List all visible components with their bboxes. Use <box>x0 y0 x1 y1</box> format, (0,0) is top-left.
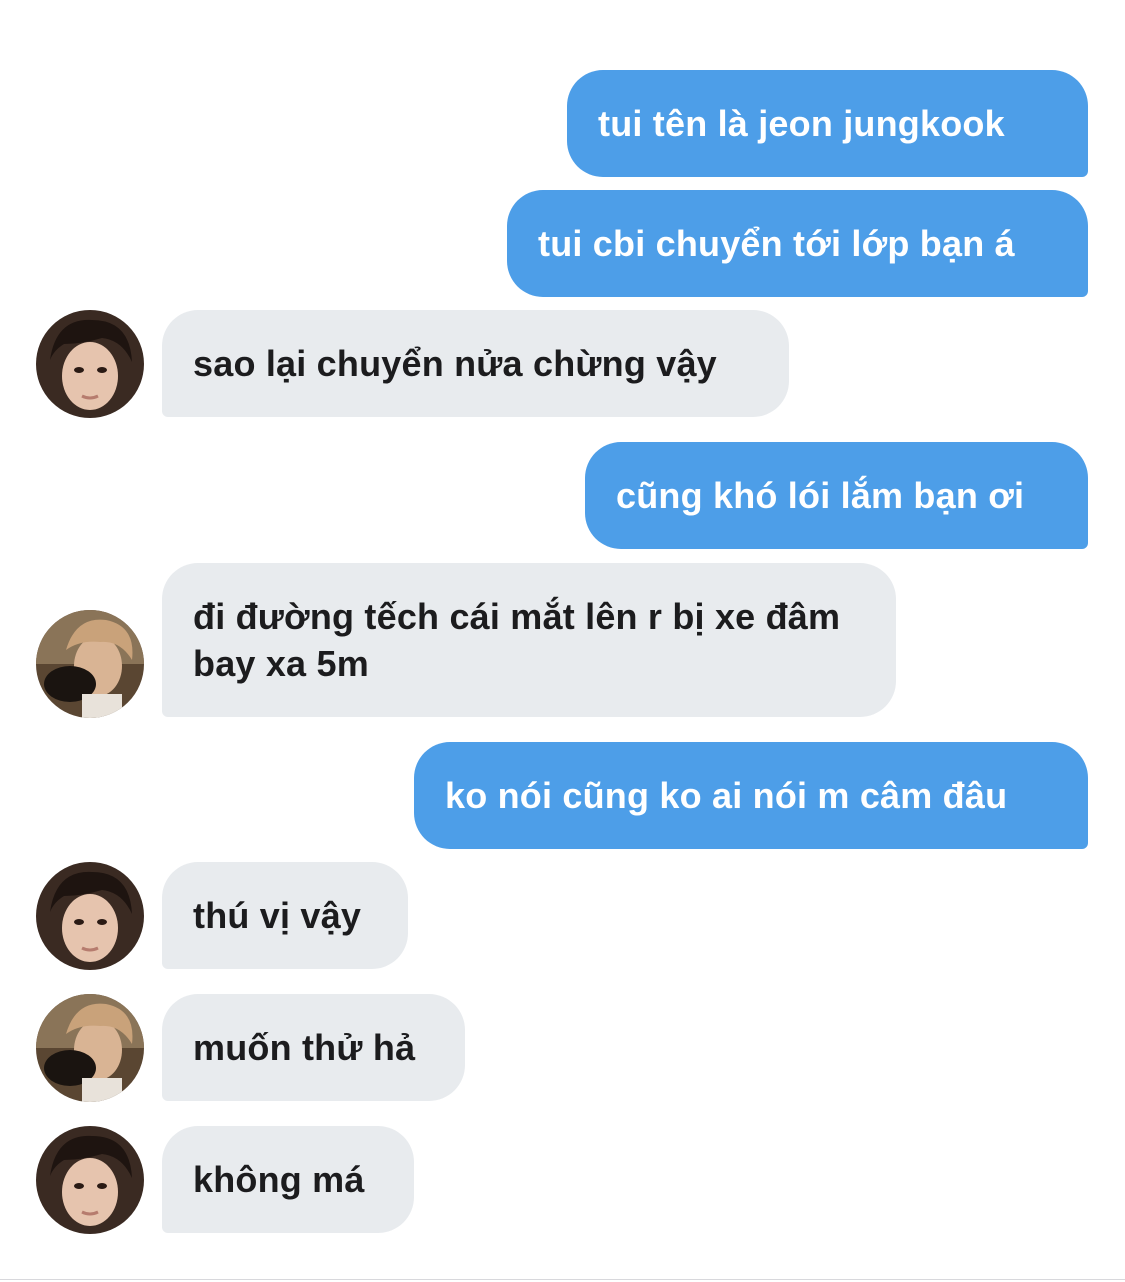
avatar-a-icon <box>36 1126 144 1234</box>
avatar-a-icon <box>36 862 144 970</box>
received-message-bubble[interactable]: muốn thử hả <box>162 994 465 1101</box>
message-text: sao lại chuyển nửa chừng vậy <box>193 343 717 384</box>
received-message-bubble[interactable]: thú vị vậy <box>162 862 408 969</box>
message-text: không má <box>193 1159 365 1200</box>
avatar-b-icon <box>36 994 144 1102</box>
chat-thread: tui tên là jeon jungkook tui cbi chuyển … <box>0 0 1125 1282</box>
divider <box>0 1279 1125 1280</box>
sent-message-bubble[interactable]: tui tên là jeon jungkook <box>567 70 1088 177</box>
contact-avatar[interactable] <box>36 310 144 418</box>
avatar-a-icon <box>36 310 144 418</box>
sent-message-bubble[interactable]: cũng khó lói lắm bạn ơi <box>585 442 1088 549</box>
contact-avatar[interactable] <box>36 994 144 1102</box>
received-message-bubble[interactable]: không má <box>162 1126 414 1233</box>
contact-avatar[interactable] <box>36 862 144 970</box>
avatar-b-icon <box>36 610 144 718</box>
received-message-bubble[interactable]: sao lại chuyển nửa chừng vậy <box>162 310 789 417</box>
message-text: tui tên là jeon jungkook <box>598 103 1005 144</box>
message-text: cũng khó lói lắm bạn ơi <box>616 475 1025 516</box>
message-text: thú vị vậy <box>193 895 362 936</box>
contact-avatar[interactable] <box>36 1126 144 1234</box>
sent-message-bubble[interactable]: ko nói cũng ko ai nói m câm đâu <box>414 742 1088 849</box>
contact-avatar[interactable] <box>36 610 144 718</box>
message-text: đi đường tếch cái mắt lên r bị xe đâm ba… <box>193 596 841 684</box>
message-text: tui cbi chuyển tới lớp bạn á <box>538 223 1015 264</box>
sent-message-bubble[interactable]: tui cbi chuyển tới lớp bạn á <box>507 190 1088 297</box>
received-message-bubble[interactable]: đi đường tếch cái mắt lên r bị xe đâm ba… <box>162 563 896 717</box>
message-text: ko nói cũng ko ai nói m câm đâu <box>445 775 1008 816</box>
message-text: muốn thử hả <box>193 1027 416 1068</box>
